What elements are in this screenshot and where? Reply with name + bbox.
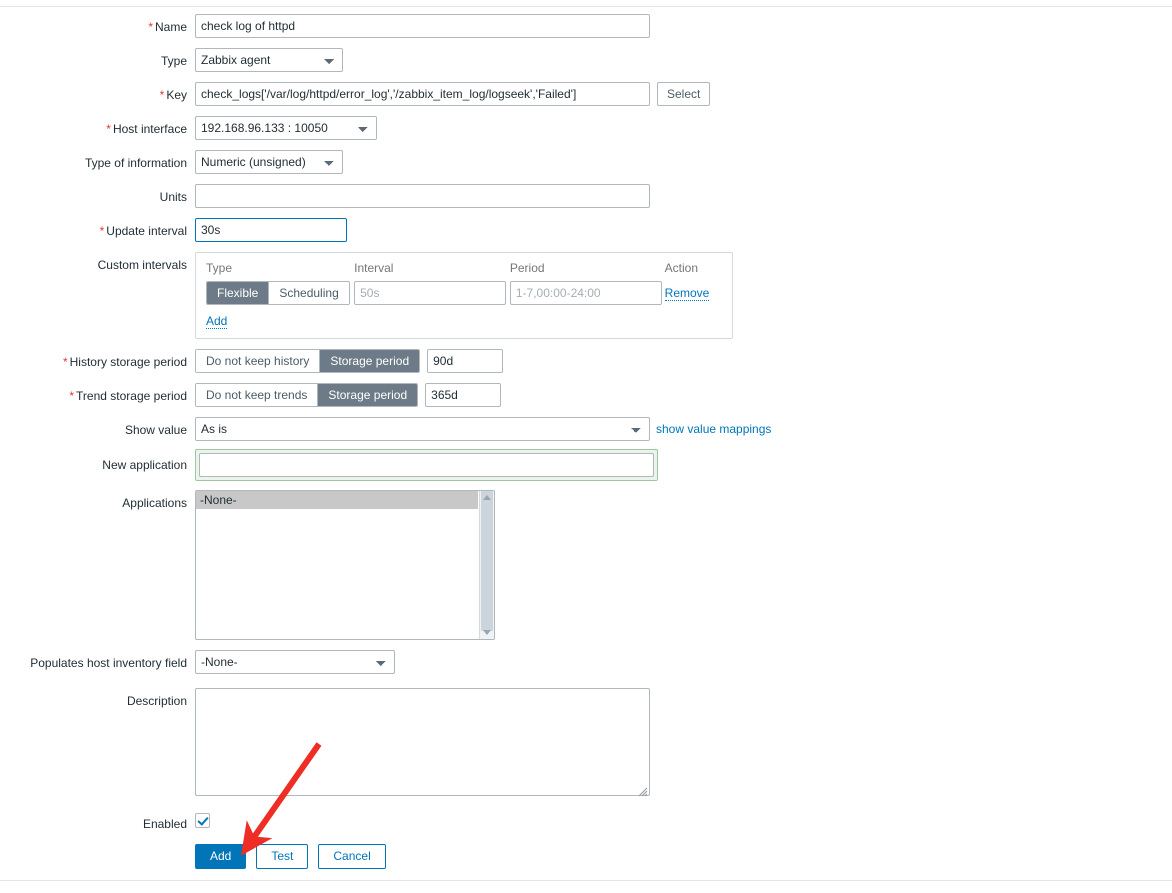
trend-storage-period-toggle[interactable]: Do not keep trends Storage period [195,383,419,407]
form-row-key: *Key Select [0,82,1172,106]
units-input[interactable] [195,184,650,208]
type-select[interactable]: Zabbix agent [195,48,343,72]
key-select-button[interactable]: Select [657,82,711,106]
host-interface-label: * Host interface [0,116,195,137]
populates-host-inventory-field-select[interactable]: -None- [195,650,395,674]
form-row-populates-host-inventory-field: Populates host inventory field -None- [0,650,1172,674]
name-label: * Name [0,14,195,35]
form-row-custom-intervals: Custom intervals Type Interval Period Ac… [0,252,1172,339]
applications-scrollbar[interactable] [479,491,494,639]
required-marker: * [62,355,68,369]
key-label: * Key [0,82,195,103]
form-row-host-interface: * Host interface 192.168.96.133 : 10050 [0,116,1172,140]
scroll-up-icon[interactable] [483,495,491,500]
custom-intervals-col-interval: Interval [354,261,394,275]
update-interval-label-text: Update interval [106,224,187,238]
required-marker: * [159,88,165,102]
form-row-actions: Add Test Cancel [0,844,1172,869]
form-row-units: Units [0,184,1172,208]
custom-intervals-label: Custom intervals [97,258,187,272]
form-row-update-interval: * Update interval [0,218,1172,242]
custom-intervals-col-type: Type [206,261,233,275]
required-marker: * [106,122,111,136]
custom-intervals-col-period: Period [509,261,545,275]
units-label: Units [159,190,187,204]
enabled-checkbox[interactable] [195,813,210,829]
form-row-description: Description [0,688,1172,799]
custom-interval-period-input[interactable] [509,281,662,305]
type-of-information-select[interactable]: Numeric (unsigned) [195,150,343,174]
applications-label: Applications [122,496,187,510]
new-application-highlight [195,449,658,481]
custom-interval-type-scheduling[interactable]: Scheduling [269,282,349,304]
cancel-button[interactable]: Cancel [318,844,386,869]
populates-host-inventory-field-label: Populates host inventory field [30,656,187,670]
applications-option-none[interactable]: -None- [196,491,478,509]
custom-intervals-header: Type Interval Period Action [206,261,722,281]
enabled-label: Enabled [142,817,187,831]
history-do-not-keep-option[interactable]: Do not keep history [196,350,321,372]
trend-storage-period-label-text: Trend storage period [76,389,187,403]
bottom-divider [0,880,1172,881]
scroll-down-icon[interactable] [483,630,491,635]
show-value-mappings-link[interactable]: show value mappings [656,422,771,436]
custom-intervals-table: Type Interval Period Action Flexible Sch… [195,252,733,339]
description-textarea[interactable] [195,688,650,796]
new-application-label: New application [102,458,187,472]
history-storage-period-label: * History storage period [0,349,195,370]
actions-spacer [0,844,195,849]
key-label-text: Key [166,88,187,102]
form-row-history-storage-period: * History storage period Do not keep hist… [0,349,1172,373]
history-storage-period-option[interactable]: Storage period [320,350,420,372]
item-configuration-page: *Name Type Zabbix agent *Key Select [0,0,1172,893]
trend-do-not-keep-option[interactable]: Do not keep trends [196,384,319,406]
form-row-new-application: New application [0,449,1172,481]
form-row-trend-storage-period: * Trend storage period Do not keep trends… [0,383,1172,407]
key-input[interactable] [195,82,650,106]
update-interval-label: * Update interval [0,218,195,239]
show-value-select[interactable]: As is [195,417,650,441]
trend-storage-period-label: * Trend storage period [0,383,195,404]
required-marker: * [69,389,75,403]
custom-intervals-col-action: Action [664,261,699,275]
applications-listbox[interactable]: -None- [195,490,495,640]
applications-scrollbar-thumb[interactable] [481,491,493,631]
show-value-label: Show value [124,423,187,437]
update-interval-input[interactable] [195,218,347,242]
form-row-type: Type Zabbix agent [0,48,1172,72]
custom-intervals-row: Flexible Scheduling Remove [206,281,722,305]
name-label-text: Name [154,20,187,34]
required-marker: * [99,224,105,238]
form-row-show-value: Show value As is show value mappings [0,417,1172,441]
history-storage-period-label-text: History storage period [69,355,187,369]
add-button[interactable]: Add [195,844,247,869]
host-interface-select[interactable]: 192.168.96.133 : 10050 [195,116,377,140]
trend-storage-period-option[interactable]: Storage period [318,384,418,406]
history-storage-period-input[interactable] [427,349,504,373]
name-input[interactable] [195,14,650,38]
custom-interval-remove-link[interactable]: Remove [664,286,710,301]
custom-interval-type-toggle[interactable]: Flexible Scheduling [206,281,350,305]
custom-interval-interval-input[interactable] [354,281,507,305]
custom-interval-type-flexible[interactable]: Flexible [207,282,270,304]
form-row-type-of-information: Type of information Numeric (unsigned) [0,150,1172,174]
type-of-information-label: Type of information [84,156,187,170]
history-storage-period-toggle[interactable]: Do not keep history Storage period [195,349,421,373]
description-label: Description [126,694,187,708]
form-row-enabled: Enabled [0,813,1172,832]
form-row-applications: Applications -None- [0,490,1172,640]
form-row-name: * Name [0,14,1172,38]
host-interface-label-text: Host interface [112,122,187,136]
required-marker: * [148,20,153,34]
type-label: Type [160,54,187,68]
new-application-input[interactable] [199,453,654,477]
test-button[interactable]: Test [256,844,309,869]
custom-interval-add-link[interactable]: Add [206,314,228,329]
trend-storage-period-input[interactable] [425,383,502,407]
top-divider [0,6,1172,7]
item-form: *Name Type Zabbix agent *Key Select [0,14,1172,869]
